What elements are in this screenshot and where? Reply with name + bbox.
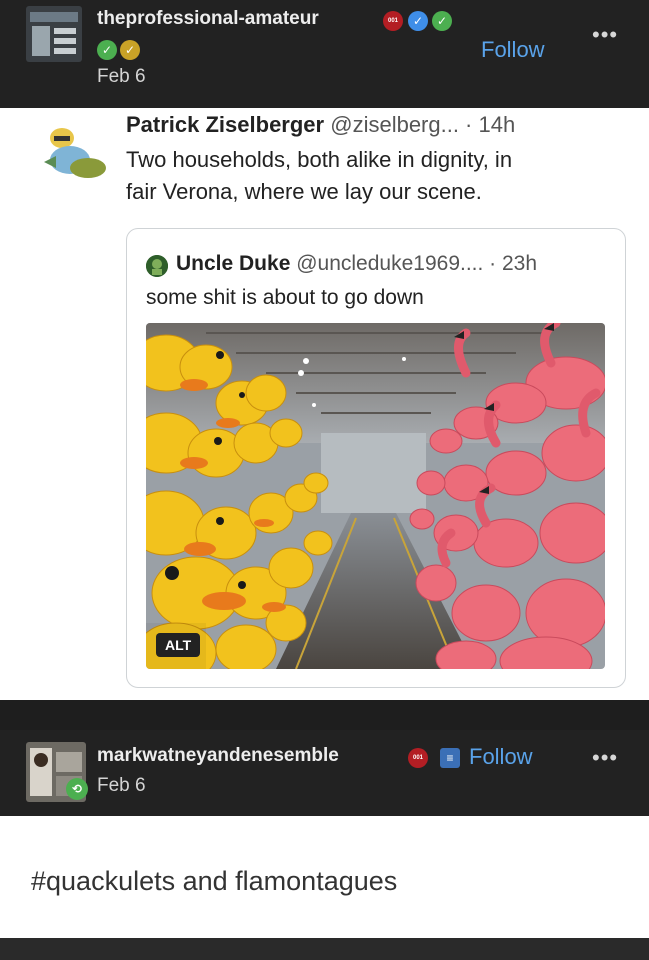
verified-green-icon: ✓ (432, 11, 452, 31)
username[interactable]: theprofessional-amateur (97, 8, 319, 30)
quote-text: some shit is about to go down (146, 286, 424, 309)
tweet-author: Patrick Ziselberger @ziselberg... · 14h (126, 112, 515, 138)
alt-text-badge[interactable]: ALT (156, 633, 201, 657)
quote-author-handle: @uncleduke1969.... · 23h (296, 252, 538, 275)
red-badge-icon: 001 (408, 748, 428, 768)
tweet-text-line: fair Verona, where we lay our scene. (126, 179, 482, 204)
tweet-author-avatar (40, 124, 106, 184)
tweet-author-handle: @ziselberg... · 14h (330, 112, 516, 137)
follow-button[interactable]: Follow (481, 37, 545, 63)
tweet-text-line: Two households, both alike in dignity, i… (126, 147, 513, 172)
quote-author-name: Uncle Duke (176, 252, 291, 275)
verified-gold-icon: ✓ (120, 40, 140, 60)
post-header: theprofessional-amateur 001 ✓ ✓ ✓ ✓ Feb … (0, 0, 649, 108)
reblog-icon: ⟲ (66, 778, 88, 800)
user-avatar[interactable] (26, 6, 82, 62)
post-header: ⟲ markwatneyandenesemble 001 ≡ Follow Fe… (0, 730, 649, 816)
quote-author-avatar (146, 255, 168, 277)
quoted-tweet-image[interactable] (146, 323, 605, 669)
follow-button[interactable]: Follow (469, 744, 533, 770)
more-options-icon[interactable]: ••• (592, 22, 618, 48)
post-separator (0, 700, 649, 730)
post-date: Feb 6 (97, 775, 146, 796)
quote-author: Uncle Duke @uncleduke1969.... · 23h (176, 252, 537, 276)
tweet-author-name: Patrick Ziselberger (126, 112, 325, 137)
more-options-icon[interactable]: ••• (592, 745, 618, 771)
verified-green-icon: ✓ (97, 40, 117, 60)
blue-badge-icon: ≡ (440, 748, 460, 768)
post-date: Feb 6 (97, 66, 146, 87)
tweet-text: Two households, both alike in dignity, i… (126, 144, 512, 208)
username[interactable]: markwatneyandenesemble (97, 745, 339, 767)
post-separator (0, 938, 649, 960)
red-badge-icon: 001 (383, 11, 403, 31)
verified-blue-icon: ✓ (408, 11, 428, 31)
post-text: #quackulets and flamontagues (31, 866, 398, 896)
